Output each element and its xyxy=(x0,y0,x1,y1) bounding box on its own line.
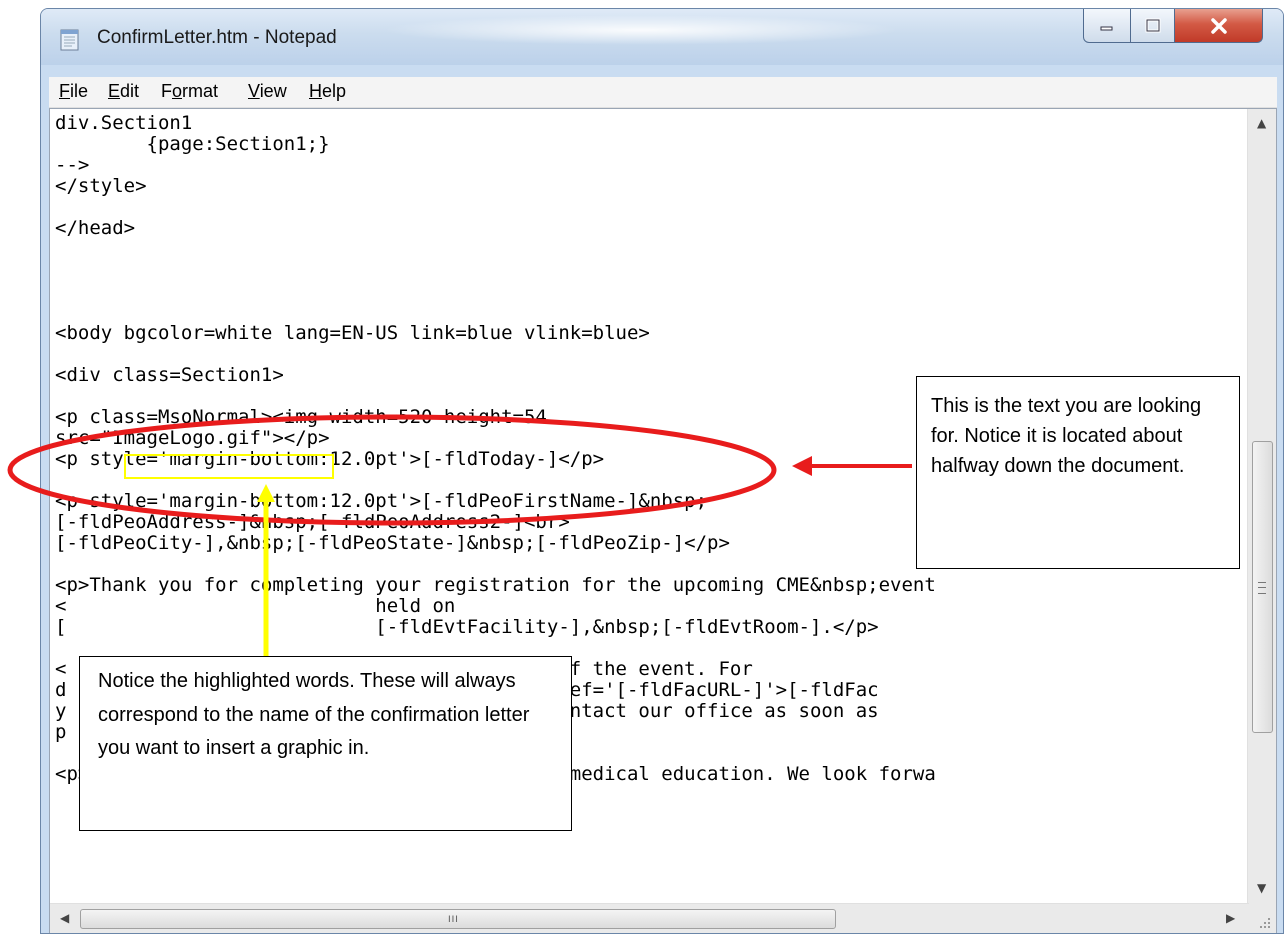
vertical-scrollbar[interactable]: ▲ ▼ xyxy=(1247,109,1276,905)
notepad-icon[interactable] xyxy=(59,27,81,51)
editor-line: </style> xyxy=(55,175,147,197)
editor-line: </head> xyxy=(55,217,136,239)
menu-format[interactable]: Format xyxy=(161,81,218,102)
editor-line: {page:Section1;} xyxy=(55,133,330,155)
editor-line: <p>Thank you for completing your registr… xyxy=(55,574,936,596)
menu-view-label: iew xyxy=(259,81,287,101)
editor-line: div.Section1 xyxy=(55,112,193,134)
menu-file-label: ile xyxy=(70,81,89,101)
editor-line: <body bgcolor=white lang=EN-US link=blue… xyxy=(55,322,650,344)
bottom-callout-text: Notice the highlighted words. These will… xyxy=(98,670,530,759)
menu-format-label: rmat xyxy=(182,81,219,101)
highlight-box xyxy=(124,454,334,479)
title-glow xyxy=(381,15,901,45)
menu-format-accel: o xyxy=(172,81,183,101)
size-grip-icon[interactable] xyxy=(1248,904,1276,933)
right-callout-text: This is the text you are looking for. No… xyxy=(931,395,1202,477)
menu-view-accel: V xyxy=(248,81,260,101)
maximize-icon xyxy=(1145,18,1160,32)
grip-icon xyxy=(1258,582,1266,594)
editor-line: <p class=MsoNormal><img width=520 height… xyxy=(55,406,547,428)
menu-help-accel: H xyxy=(309,81,322,101)
scroll-down-icon[interactable]: ▼ xyxy=(1257,881,1266,895)
menu-bar: File Edit Format View Help xyxy=(49,77,1277,108)
editor-line: < held on xyxy=(55,595,456,617)
close-icon xyxy=(1210,17,1227,34)
editor-line: <div class=Section1> xyxy=(55,364,284,386)
menu-edit-accel: E xyxy=(108,81,121,101)
menu-file-accel: F xyxy=(59,81,70,101)
menu-help[interactable]: Help xyxy=(309,81,346,102)
editor-line: [-fldPeoAddress-]&nbsp;[-fldPeoAddress2-… xyxy=(55,511,570,533)
scroll-right-icon[interactable]: ▶ xyxy=(1226,911,1235,925)
editor-line: src="ImageLogo.gif"></p> xyxy=(55,427,330,449)
title-bar[interactable]: ConfirmLetter.htm - Notepad xyxy=(41,9,1283,65)
menu-view[interactable]: View xyxy=(248,81,287,102)
right-callout: This is the text you are looking for. No… xyxy=(916,376,1240,569)
minimize-icon xyxy=(1100,26,1113,30)
window-title: ConfirmLetter.htm - Notepad xyxy=(97,27,337,48)
editor-line: [-fldPeoCity-],&nbsp;[-fldPeoState-]&nbs… xyxy=(55,532,730,554)
maximize-button[interactable] xyxy=(1131,9,1175,43)
horizontal-scrollbar[interactable]: ◀ III ▶ xyxy=(50,903,1249,933)
caption-buttons xyxy=(1083,9,1263,45)
scroll-left-icon[interactable]: ◀ xyxy=(60,911,69,925)
menu-edit-label: dit xyxy=(120,81,140,101)
menu-format-pre: F xyxy=(161,81,172,101)
vertical-scroll-thumb[interactable] xyxy=(1252,441,1273,733)
menu-help-label: elp xyxy=(322,81,347,101)
minimize-button[interactable] xyxy=(1083,9,1131,43)
scroll-up-icon[interactable]: ▲ xyxy=(1257,116,1266,130)
menu-edit[interactable]: Edit xyxy=(108,81,139,102)
bottom-callout: Notice the highlighted words. These will… xyxy=(79,656,572,831)
horizontal-scroll-thumb[interactable]: III xyxy=(80,909,836,929)
menu-file[interactable]: File xyxy=(59,81,88,102)
editor-line: <p style='margin-bottom:12.0pt'>[-fldPeo… xyxy=(55,490,708,512)
close-button[interactable] xyxy=(1175,9,1263,43)
editor-line: [ [-fldEvtFacility-],&nbsp;[-fldEvtRoom-… xyxy=(55,616,879,638)
hgrip-icon: III xyxy=(448,915,459,925)
editor-line: --> xyxy=(55,154,90,176)
